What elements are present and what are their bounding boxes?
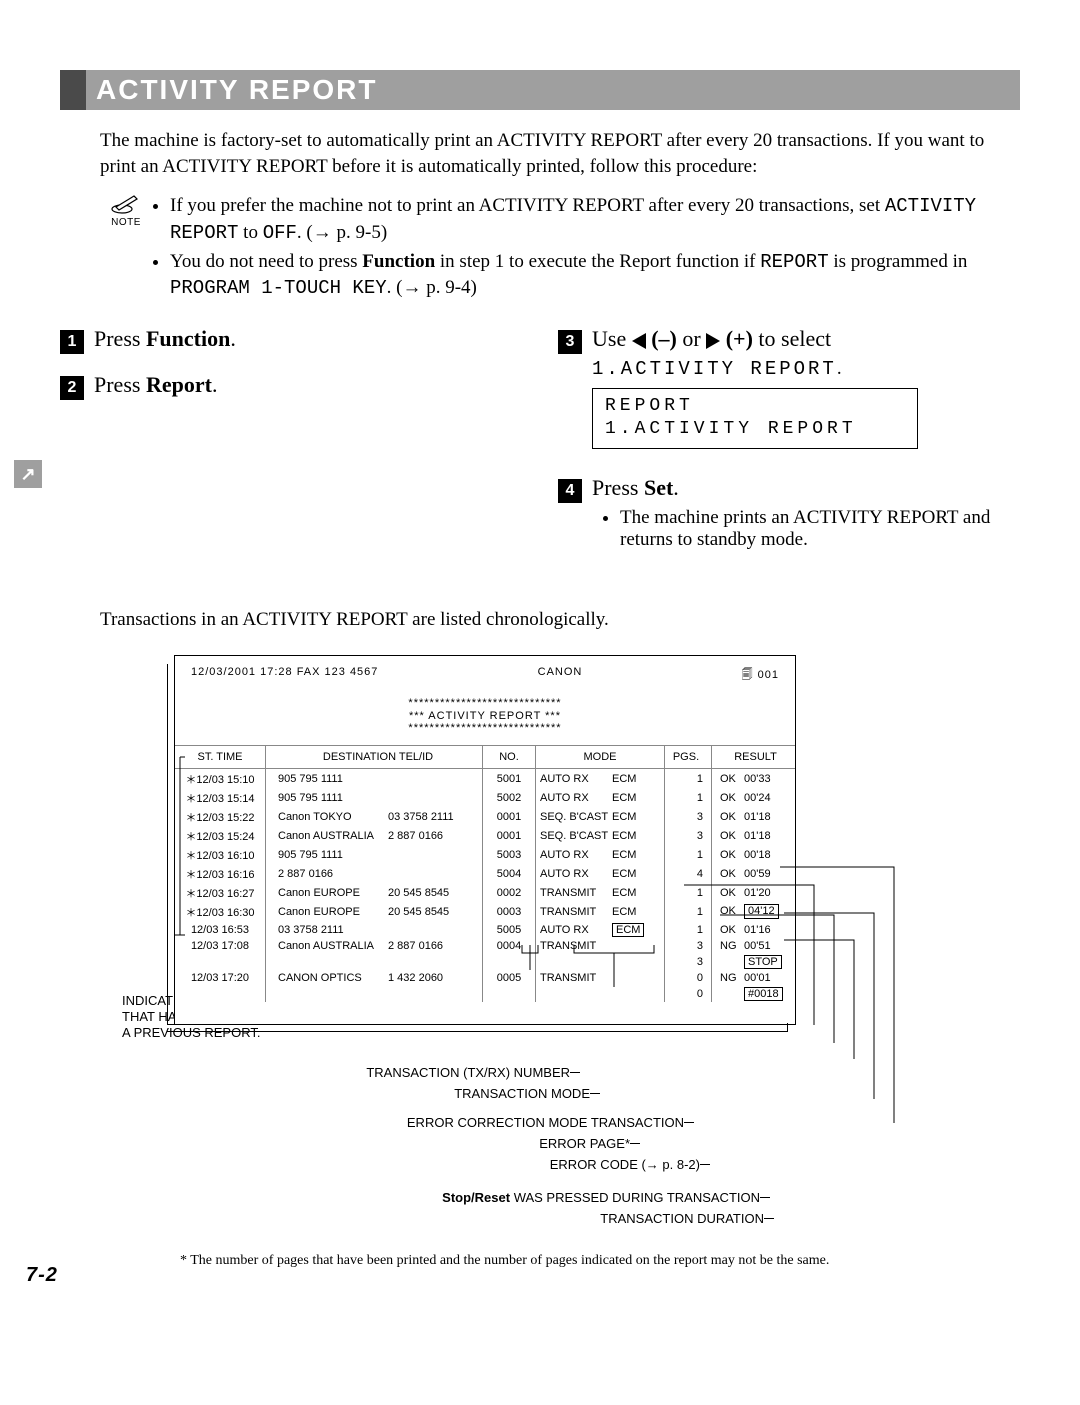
callout-error-code: ERROR CODE (→ p. 8-2): [150, 1157, 700, 1172]
callout-ecm: ERROR CORRECTION MODE TRANSACTION: [150, 1115, 684, 1130]
table-row: ＊12/03 16:30Canon EUROPE20 545 85450003T…: [175, 902, 795, 921]
table-row: 3STOP: [175, 953, 795, 970]
pencil-icon: [110, 193, 142, 215]
table-row: 12/03 16:5303 3758 21115005AUTO RXECM1OK…: [175, 921, 795, 938]
report-table: ST. TIME DESTINATION TEL/ID NO. MODE PGS…: [175, 745, 795, 1002]
step-number: 2: [60, 376, 84, 400]
table-row: 0#0018: [175, 985, 795, 1002]
section-heading: ACTIVITY REPORT: [60, 70, 1020, 110]
callout-tx-number: TRANSACTION (TX/RX) NUMBER: [150, 1065, 570, 1080]
step-2: 2 Press Report.: [60, 372, 522, 400]
footnote: * The number of pages that have been pri…: [180, 1252, 1020, 1271]
section-title: ACTIVITY REPORT: [92, 74, 378, 106]
callout-tx-mode: TRANSACTION MODE: [150, 1086, 590, 1101]
note-label: NOTE: [100, 217, 152, 228]
left-arrow-icon: [632, 333, 646, 349]
table-row: 12/03 17:08Canon AUSTRALIA2 887 01660004…: [175, 938, 795, 953]
report-header-left: 12/03/2001 17:28 FAX 123 4567: [191, 666, 378, 685]
page-number: 7-2: [26, 1264, 58, 1287]
step-3: 3 Use (–) or (+) to select 1.ACTIVITY RE…: [558, 326, 1020, 457]
step-number: 4: [558, 479, 582, 503]
callout-stop-reset: Stop/Reset WAS PRESSED DURING TRANSACTIO…: [150, 1190, 760, 1205]
col-mode: MODE: [536, 746, 665, 769]
report-header-mid: CANON: [538, 666, 583, 685]
col-dest: DESTINATION TEL/ID: [266, 746, 483, 769]
table-row: ＊12/03 16:10905 795 11115003AUTO RXECM1O…: [175, 845, 795, 864]
table-row: ＊12/03 15:22Canon TOKYO03 3758 21110001S…: [175, 807, 795, 826]
step-4: 4 Press Set. The machine prints an ACTIV…: [558, 475, 1020, 551]
table-row: ＊12/03 16:162 887 01665004AUTO RXECM4OK0…: [175, 864, 795, 883]
intro-paragraph: The machine is factory-set to automatica…: [100, 128, 1020, 179]
right-arrow-icon: [706, 333, 720, 349]
table-row: ＊12/03 16:27Canon EUROPE20 545 85450002T…: [175, 883, 795, 902]
chrono-note: Transactions in an ACTIVITY REPORT are l…: [100, 609, 1020, 631]
step-number: 1: [60, 330, 84, 354]
step-4-bullet: The machine prints an ACTIVITY REPORT an…: [620, 507, 1020, 551]
col-pgs: PGS.: [665, 746, 712, 769]
note-block: NOTE If you prefer the machine not to pr…: [100, 193, 1020, 304]
report-sample: INDICATES AN ENTRY THAT HAS APPEARED ON …: [150, 655, 1020, 1227]
callout-duration: TRANSACTION DURATION: [150, 1211, 764, 1226]
step-1: 1 Press Function.: [60, 326, 522, 354]
table-row: ＊12/03 15:10905 795 11115001AUTO RXECM1O…: [175, 769, 795, 789]
report-header-right: 🗐 001: [742, 666, 779, 685]
step-number: 3: [558, 330, 582, 354]
col-no: NO.: [483, 746, 536, 769]
table-row: ＊12/03 15:14905 795 11115002AUTO RXECM1O…: [175, 788, 795, 807]
table-row: 12/03 17:20CANON OPTICS1 432 20600005TRA…: [175, 970, 795, 985]
note-text: If you prefer the machine not to print a…: [152, 193, 1020, 304]
col-result: RESULT: [712, 746, 796, 769]
tab-marker: ↗: [14, 460, 42, 488]
heading-accent: [60, 70, 86, 110]
lcd-display: REPORT 1.ACTIVITY REPORT: [592, 388, 918, 449]
callout-error-page: ERROR PAGE*: [150, 1136, 630, 1151]
col-st-time: ST. TIME: [175, 746, 266, 769]
table-row: ＊12/03 15:24Canon AUSTRALIA2 887 0166000…: [175, 826, 795, 845]
